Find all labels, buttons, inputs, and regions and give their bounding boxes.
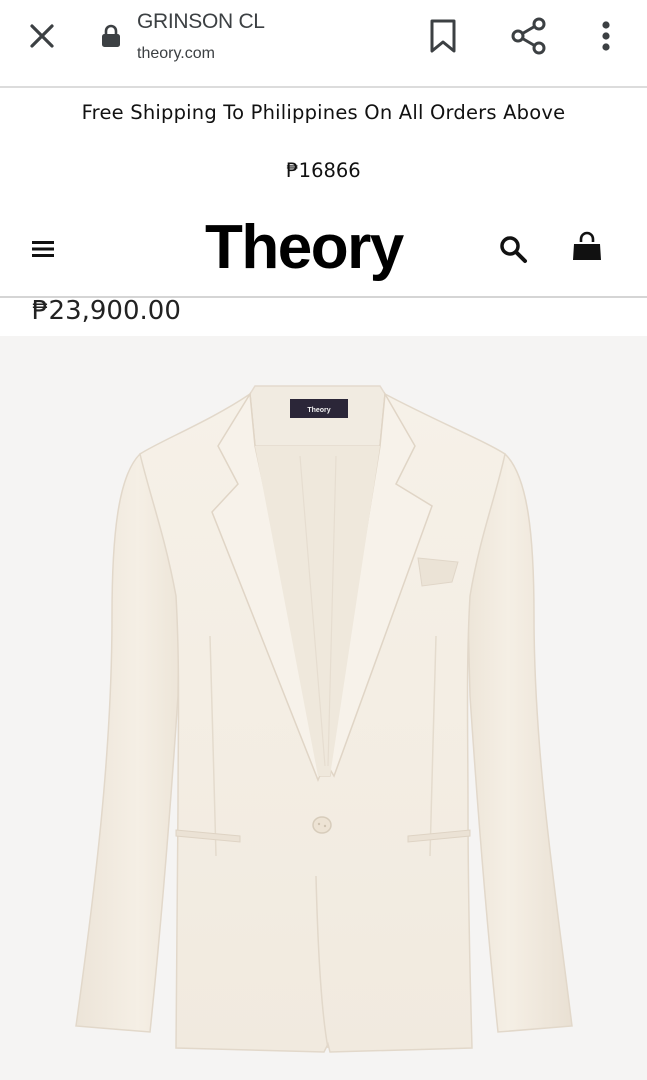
menu-icon[interactable]: [31, 237, 55, 261]
product-price: ₱23,900.00: [32, 296, 181, 326]
site-header: Theory: [0, 210, 647, 298]
url-text[interactable]: theory.com: [137, 45, 215, 63]
more-vert-icon[interactable]: [592, 16, 620, 56]
page-title: GRINSON CL: [137, 10, 265, 33]
shopping-bag-icon[interactable]: [570, 230, 604, 266]
bookmark-icon[interactable]: [425, 17, 461, 55]
shipping-banner-text: Free Shipping To Philippines On All Orde…: [81, 101, 566, 124]
browser-toolbar: GRINSON CL theory.com: [0, 0, 647, 88]
label-text: Theory: [307, 407, 330, 414]
search-icon[interactable]: [497, 233, 531, 267]
lock-icon: [100, 24, 122, 48]
brand-logo[interactable]: Theory: [205, 212, 404, 283]
close-icon[interactable]: [24, 18, 60, 54]
share-icon[interactable]: [508, 16, 550, 56]
shipping-threshold: ₱16866: [286, 159, 361, 182]
product-image[interactable]: Theory: [0, 336, 647, 1080]
